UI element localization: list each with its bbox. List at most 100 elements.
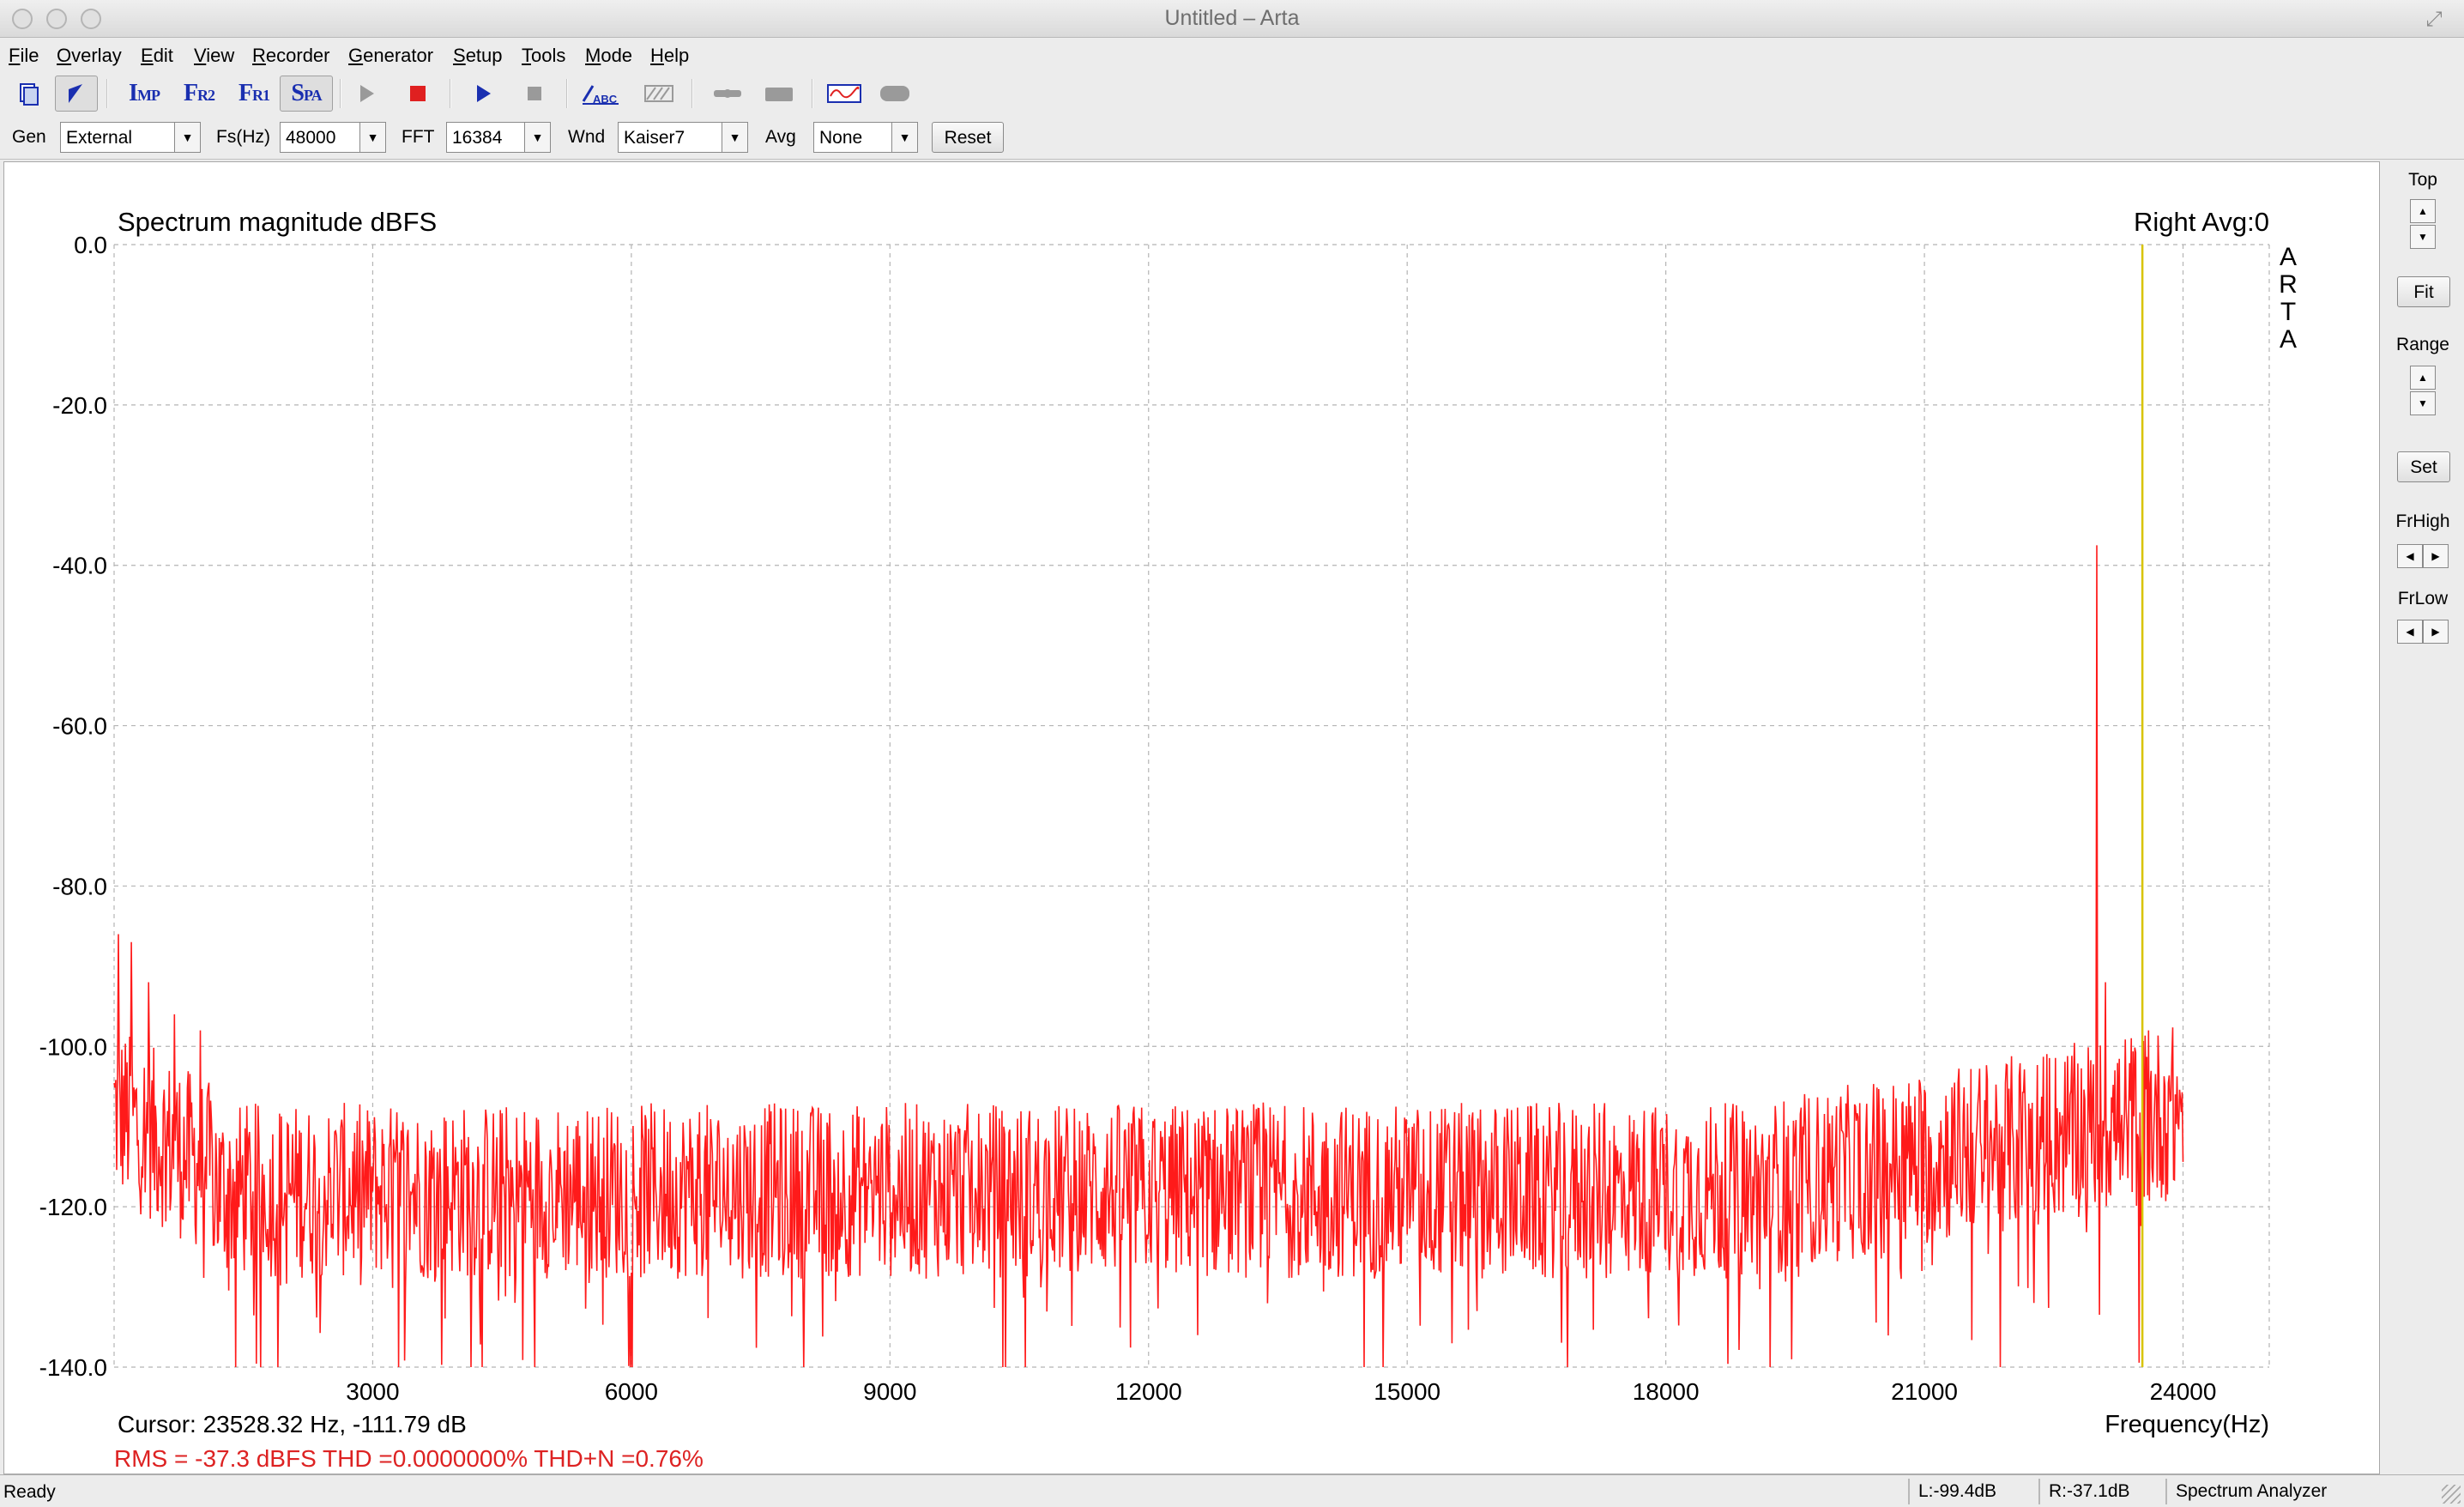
arrow-left-icon: ◀ [2406,626,2414,638]
menu-recorder[interactable]: Recorder [252,45,329,67]
fullscreen-icon[interactable]: ⤢ [2423,9,2445,31]
averaging-select[interactable]: None ▼ [813,122,918,153]
chevron-down-icon: ▼ [722,123,747,152]
resize-grip-icon[interactable] [2442,1485,2461,1504]
fr1-icon: FR1 [238,80,270,106]
y-tick-label: -100.0 [39,1033,107,1060]
y-axis-ticks: 0.0 -20.0 -40.0 -60.0 -80.0 -100.0 -120.0 -140.… [39,232,107,1381]
menu-bar: File Overlay Edit View Recorder Generato… [0,38,2464,72]
channel-average-info: Right Avg:0 [2134,207,2269,237]
sample-rate-select[interactable]: 48000 ▼ [280,122,386,153]
record-play-button[interactable] [345,76,388,112]
menu-help[interactable]: Help [650,45,689,67]
arrow-right-icon: ▶ [2431,550,2440,562]
menu-edit[interactable]: Edit [141,45,173,67]
menu-file[interactable]: File [9,45,39,67]
graph-control-panel: Top ▲ ▼ Fit Range ▲ ▼ Set FrHigh ◀ ▶ FrL… [2382,161,2464,1474]
reset-button[interactable]: Reset [932,122,1004,153]
menu-overlay[interactable]: Overlay [57,45,122,67]
impulse-mode-button[interactable]: IMP [118,76,170,112]
frhigh-label: FrHigh [2395,511,2450,531]
x-tick-label: 18000 [1633,1378,1700,1405]
scope-button[interactable] [820,76,868,112]
avg-label: Avg [765,127,796,147]
frlow-right-button[interactable]: ▶ [2423,620,2449,644]
spectrum-graph[interactable]: 0.0 -20.0 -40.0 -60.0 -80.0 -100.0 -120.0 -140.… [3,161,2380,1474]
toolbar-separator [106,79,108,108]
chevron-down-icon: ▼ [174,123,200,152]
generator-play-button[interactable] [462,76,504,112]
fit-button[interactable]: Fit [2397,276,2450,307]
brand-letter: R [2279,270,2298,299]
frhigh-left-button[interactable]: ◀ [2397,544,2423,568]
device-button[interactable] [755,76,803,112]
pill-icon [880,86,909,101]
y-tick-label: -120.0 [39,1194,107,1220]
generator-stop-button[interactable] [513,76,556,112]
x-axis-label: Frequency(Hz) [2105,1411,2269,1438]
x-tick-label: 21000 [1891,1378,1958,1405]
frlow-left-button[interactable]: ◀ [2397,620,2423,644]
y-tick-label: -80.0 [52,873,107,899]
brand-letter: A [2280,325,2297,354]
y-tick-label: 0.0 [74,232,107,258]
record-stop-button[interactable] [396,76,439,112]
sample-rate-value: 48000 [286,128,336,148]
arrow-left-icon: ◀ [2406,550,2414,562]
range-up-button[interactable]: ▲ [2410,366,2436,390]
fft-label: FFT [402,127,435,147]
abc-analysis-button[interactable]: ABC [577,76,625,112]
x-tick-label: 24000 [2150,1378,2217,1405]
window-function-select[interactable]: Kaiser7 ▼ [618,122,748,153]
range-down-button[interactable]: ▼ [2410,391,2436,415]
chevron-down-icon: ▼ [524,123,550,152]
fr1-mode-button[interactable]: FR1 [228,76,280,112]
x-tick-label: 15000 [1374,1378,1440,1405]
new-file-button[interactable] [7,76,50,112]
imp-icon: IMP [129,80,160,106]
hatch-graph-icon [644,85,673,102]
status-text: Ready [3,1482,56,1502]
menu-mode[interactable]: Mode [585,45,632,67]
arrow-down-icon: ▼ [2418,231,2428,243]
fft-size-select[interactable]: 16384 ▼ [446,122,551,153]
connect-button[interactable] [704,76,752,112]
frlow-label: FrLow [2397,589,2449,608]
status-bar: Ready L:-99.4dB R:-37.1dB Spectrum Analy… [0,1474,2464,1507]
brand-letter: A [2280,243,2297,271]
cursor-mode-button[interactable] [55,76,98,112]
menu-view[interactable]: View [194,45,234,67]
hatch-graph-button[interactable] [635,76,683,112]
generator-select[interactable]: External ▼ [60,122,201,153]
rms-thd-readout: RMS = -37.3 dBFS THD =0.0000000% THD+N =… [114,1445,704,1472]
menu-generator[interactable]: Generator [348,45,433,67]
spectrum-mode-button[interactable]: SPA [280,76,333,112]
menu-tools[interactable]: Tools [522,45,565,67]
arta-window: Untitled – Arta ⤢ File Overlay Edit View… [0,0,2464,1507]
frhigh-right-button[interactable]: ▶ [2423,544,2449,568]
wnd-label: Wnd [568,127,606,147]
top-label: Top [2408,170,2437,190]
top-down-button[interactable]: ▼ [2410,225,2436,249]
set-button[interactable]: Set [2397,451,2450,482]
chevron-down-icon: ▼ [359,123,385,152]
mode-readout: Spectrum Analyzer [2165,1479,2431,1504]
connector-icon [714,89,741,98]
arta-brand-label: ARTA [2279,243,2298,354]
top-up-button[interactable]: ▲ [2410,199,2436,223]
x-axis-ticks: 3000 6000 9000 12000 15000 18000 21000 24000 [346,1378,2216,1405]
x-tick-label: 9000 [863,1378,916,1405]
arrow-up-icon: ▲ [2418,205,2428,217]
device-icon [765,88,793,101]
settings-pill-button[interactable] [873,76,916,112]
arrow-right-icon: ▶ [2431,626,2440,638]
range-label: Range [2396,335,2449,354]
fr2-mode-button[interactable]: FR2 [173,76,225,112]
chevron-down-icon: ▼ [891,123,917,152]
fr2-icon: FR2 [183,80,215,106]
averaging-value: None [819,128,863,148]
parameters-bar: Gen External ▼ Fs(Hz) 48000 ▼ FFT 16384 ▼ W… [0,115,2464,160]
menu-setup[interactable]: Setup [453,45,503,67]
spectrum-plot[interactable]: 0.0 -20.0 -40.0 -60.0 -80.0 -100.0 -120.0 -140.… [4,162,2381,1475]
y-tick-label: -40.0 [52,553,107,579]
